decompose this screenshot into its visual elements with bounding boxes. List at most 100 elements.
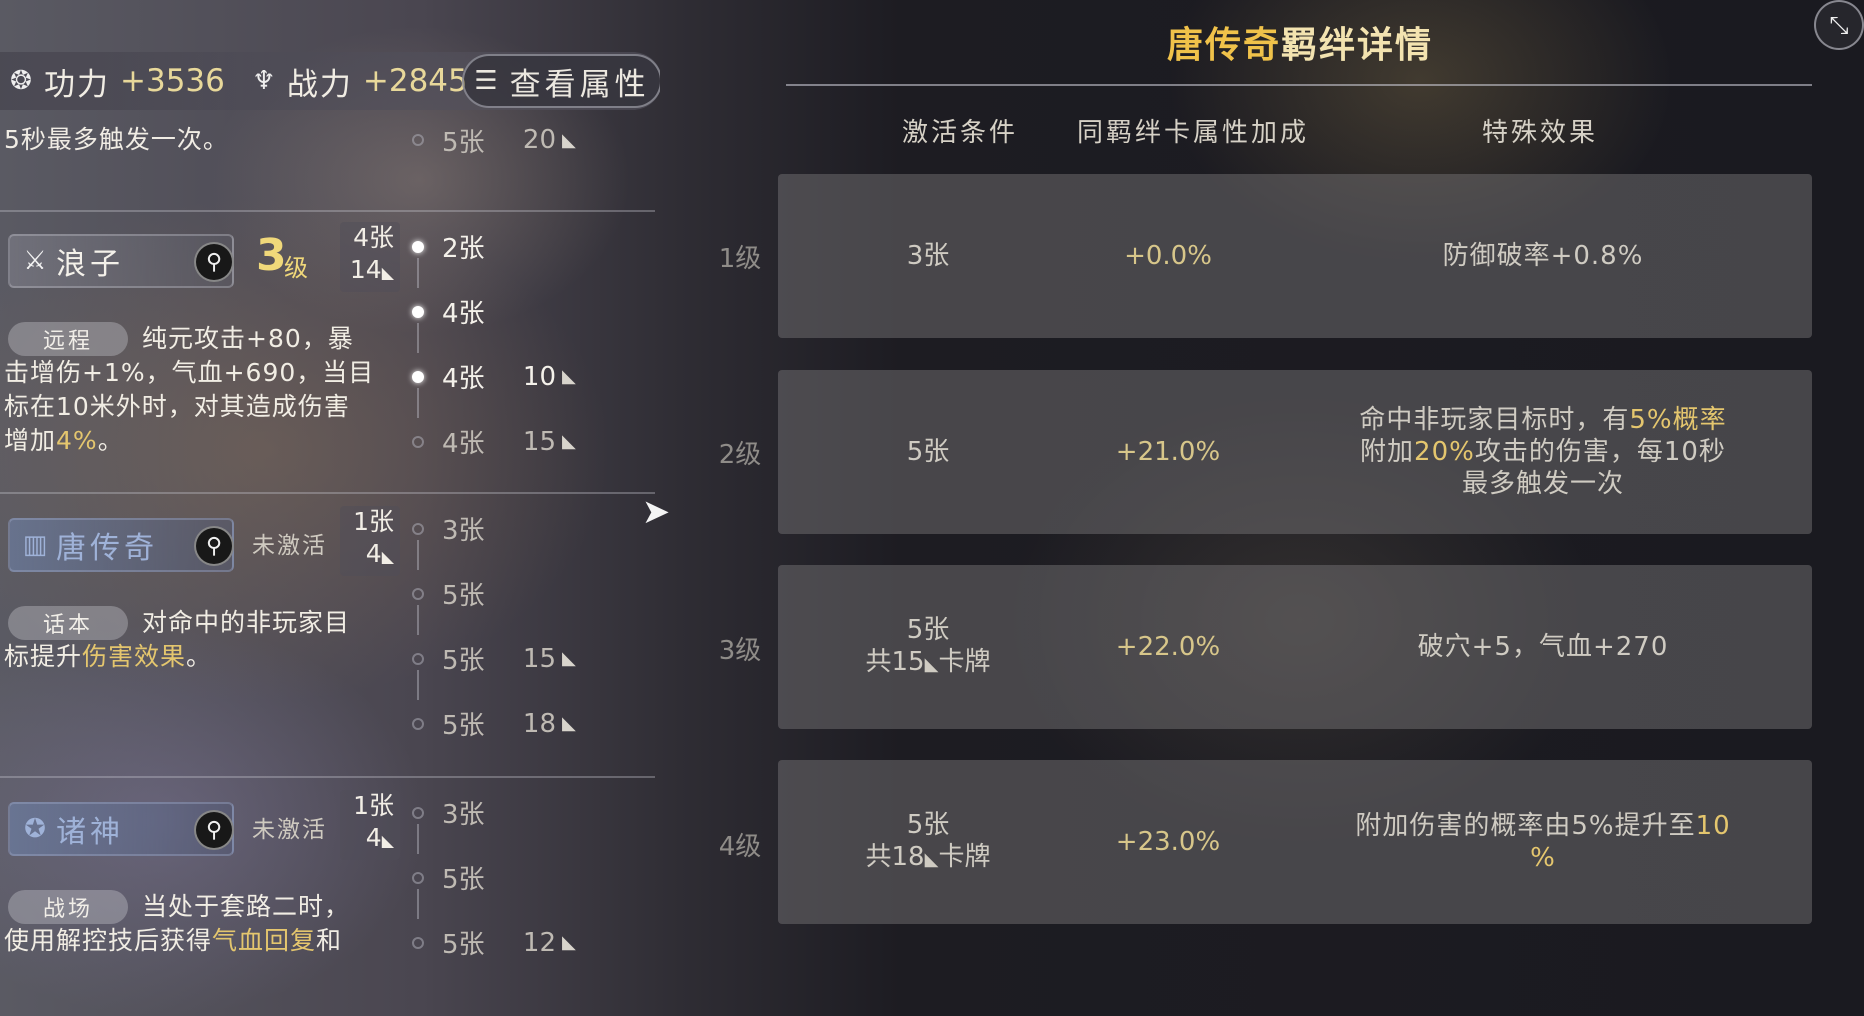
title-divider (786, 84, 1812, 86)
tier-dot (412, 652, 424, 665)
desc-end: 。 (97, 426, 124, 455)
level-effect: 破穴+5，气血+270 (1417, 632, 1669, 662)
tier-dot (412, 134, 424, 146)
desc-end: 和 (316, 926, 343, 955)
bond-list-panel: ❂ 功力 +3536 ♆ 战力 +2845 ☰ 查看属性 5秒最多触发一次。 5… (0, 0, 660, 1016)
effect-highlight: 10 (1695, 811, 1731, 841)
tier-item: 5张 (410, 845, 590, 919)
column-header-effect: 特殊效果 (1481, 118, 1598, 148)
bond-description: 当处于套路二时， 使用解控技后获得气血回复和 (4, 890, 394, 958)
bond-description: 对命中的非玩家目 标提升伤害效果。 (4, 606, 394, 674)
tier-item: 4张 (410, 279, 590, 353)
chevron-right-icon[interactable]: ➤ (636, 492, 676, 532)
tier-dot (412, 871, 424, 884)
level-effect: 附加伤害的概率由5%提升至10 % (1298, 760, 1788, 924)
bond-count-current: 1张 (353, 791, 394, 820)
tier-dot (412, 522, 424, 535)
level-row: 5张 共15◣卡牌 +22.0% 破穴+5，气血+270 (778, 565, 1812, 729)
tier-count: 3张 (442, 800, 485, 830)
condition-line: 5张 (906, 614, 950, 645)
collapse-icon[interactable]: ⤡ (1814, 0, 1864, 50)
swirl-icon: ❂ (10, 66, 32, 96)
tier-item: 5张 20 ◣ (410, 124, 590, 158)
desc-line: 对命中的非玩家目 (142, 608, 351, 637)
condition-line: 卡牌 (938, 646, 991, 677)
tier-need: 15 (522, 426, 556, 457)
desc-line: 增加 (4, 426, 57, 455)
card-leaf-icon: ◣ (924, 848, 939, 870)
power-label: 功力 (44, 66, 110, 103)
search-button[interactable]: ⚲ (194, 526, 234, 566)
search-icon: ⚲ (205, 249, 223, 275)
combat-label: 战力 (286, 66, 353, 103)
level-condition: 5张 (778, 370, 1078, 534)
divider (0, 776, 655, 778)
tier-dot (412, 936, 424, 949)
tier-dot (412, 806, 424, 819)
sword-icon: ⚔ (23, 246, 47, 276)
stats-bar: ❂ 功力 +3536 ♆ 战力 +2845 ☰ 查看属性 (0, 52, 660, 110)
effect-text: 攻击的伤害，每10秒 (1474, 437, 1726, 467)
tier-count: 4张 (442, 429, 485, 459)
condition-line: 5张 (906, 809, 950, 840)
deity-icon: ✪ (24, 814, 46, 844)
effect-highlight: 5%概率 (1629, 405, 1727, 435)
level-bonus: +0.0% (1124, 241, 1212, 271)
card-leaf-icon: ◣ (562, 648, 576, 669)
bond-count-box: 1张 4◣ (340, 790, 400, 860)
tier-dot (412, 370, 424, 383)
combat-value: +2845 (362, 63, 468, 99)
tier-count: 5张 (442, 865, 485, 895)
bond-level: 3 (256, 230, 287, 281)
tier-item: 5张 18 ◣ (410, 691, 590, 756)
bond-tiers: 3张 5张 5张 12 ◣ (410, 780, 590, 975)
condition-line: 卡牌 (938, 841, 991, 872)
column-header-bonus: 同羁绊卡属性加成 (1076, 118, 1309, 148)
desc-line: 标在10米外时，对其造成伤害 (4, 392, 350, 421)
bond-count-cards: 14 (349, 255, 382, 284)
tier-dot (412, 240, 424, 253)
card-leaf-icon: ◣ (562, 366, 576, 387)
level-label: 1级 (718, 244, 762, 274)
tier-count: 4张 (442, 299, 485, 329)
tier-item: 4张 15 ◣ (410, 409, 590, 474)
bond-status: 未激活 (252, 533, 327, 559)
search-button[interactable]: ⚲ (194, 810, 234, 850)
desc-end: 。 (186, 642, 213, 671)
card-leaf-icon: ◣ (381, 831, 394, 850)
tier-item: 4张 10 ◣ (410, 344, 590, 418)
view-attributes-label: 查看属性 (509, 66, 650, 103)
column-header-condition: 激活条件 (901, 118, 1018, 148)
tier-count: 5张 (442, 646, 485, 676)
search-button[interactable]: ⚲ (194, 242, 234, 282)
tier-count: 4张 (442, 364, 485, 394)
condition-line: 共15 (865, 646, 925, 677)
card-leaf-icon: ◣ (562, 932, 576, 953)
card-leaf-icon: ◣ (562, 713, 576, 734)
effect-text: 命中非玩家目标时，有 (1359, 405, 1630, 435)
bond-count-cards-row: 14◣ (340, 254, 394, 289)
previous-bond-tiers: 5张 20 ◣ (410, 124, 590, 158)
condition-line: 5张 (906, 437, 950, 467)
level-bonus: +21.0% (1115, 437, 1221, 467)
divider (0, 492, 655, 494)
card-leaf-icon: ◣ (381, 547, 394, 566)
view-attributes-button[interactable]: ☰ 查看属性 (462, 54, 660, 108)
condition-line: 共18 (865, 841, 925, 872)
tier-count: 2张 (442, 234, 485, 264)
card-leaf-icon: ◣ (381, 263, 394, 282)
tier-item: 5张 (410, 561, 590, 635)
desc-highlight: 伤害效果 (82, 642, 187, 671)
condition-line: 3张 (906, 241, 950, 271)
level-bonus: +22.0% (1115, 632, 1221, 662)
divider (0, 210, 655, 212)
tier-item: 3张 (410, 780, 590, 854)
bond-name: 诸神 (56, 815, 124, 850)
tier-dot (412, 717, 424, 730)
bond-name: 唐传奇 (56, 531, 158, 566)
bond-count-cards: 4 (365, 823, 382, 852)
bond-count-current: 4张 (353, 223, 394, 252)
combat-stat: ♆ 战力 +2845 (243, 52, 468, 110)
tier-dot (412, 305, 424, 318)
tier-count: 5张 (442, 711, 485, 741)
